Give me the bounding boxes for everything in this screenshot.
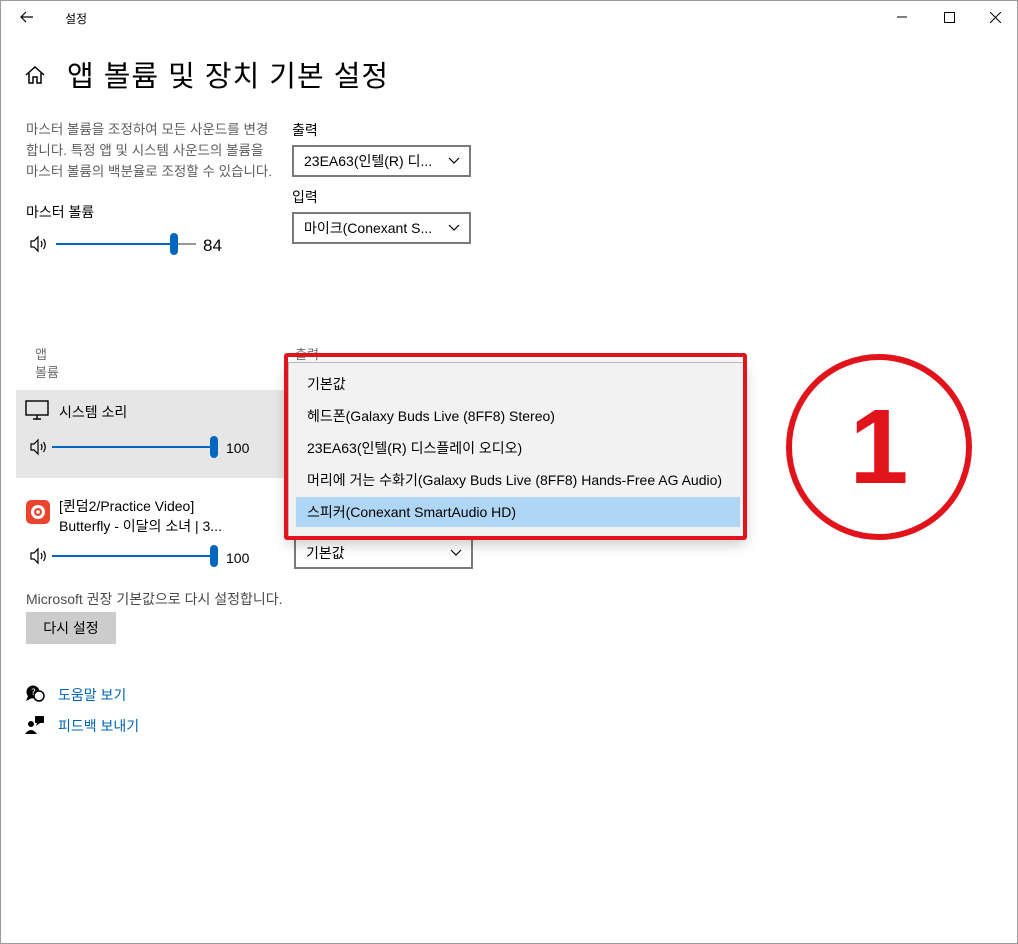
help-link[interactable]: 도움말 보기 xyxy=(58,685,126,705)
app-name-system-sounds: 시스템 소리 xyxy=(59,404,128,420)
close-button[interactable] xyxy=(972,1,1018,33)
help-chat-icon: ? xyxy=(26,685,45,702)
app-header-line1: 앱 xyxy=(35,347,47,362)
reset-button[interactable]: 다시 설정 xyxy=(26,612,116,644)
output-device-value: 23EA63(인텔(R) 디... xyxy=(304,153,433,169)
master-volume-slider[interactable] xyxy=(56,233,196,255)
video-app-output-select[interactable]: 기본값 xyxy=(294,537,473,569)
input-device-select[interactable]: 마이크(Conexant S... xyxy=(292,212,471,244)
app-header-line2: 볼륨 xyxy=(35,365,59,380)
monitor-icon xyxy=(25,400,49,420)
system-sounds-volume-value: 100 xyxy=(226,440,250,456)
settings-window: 설정 앱 볼륨 및 장치 기본 설정 마스터 볼륨을 조정하여 모든 사운드를 … xyxy=(0,0,1018,944)
video-app-output-value: 기본값 xyxy=(306,545,345,561)
annotation-step-number: 1 xyxy=(849,388,909,506)
slider-fill xyxy=(52,555,214,557)
speaker-icon xyxy=(30,235,46,253)
feedback-person-icon xyxy=(25,716,44,734)
page-title: 앱 볼륨 및 장치 기본 설정 xyxy=(67,61,390,93)
system-sounds-volume-slider[interactable] xyxy=(52,436,218,458)
video-player-icon xyxy=(26,500,50,524)
svg-text:?: ? xyxy=(31,688,36,698)
chevron-down-icon xyxy=(448,157,460,164)
slider-fill xyxy=(52,446,214,448)
window-title: 설정 xyxy=(65,12,88,26)
chevron-down-icon xyxy=(450,549,462,556)
input-device-value: 마이크(Conexant S... xyxy=(304,220,433,236)
app-column-header: 앱 볼륨 xyxy=(35,346,59,382)
master-volume-label: 마스터 볼륨 xyxy=(26,204,95,220)
output-device-select[interactable]: 23EA63(인텔(R) 디... xyxy=(292,145,471,177)
maximize-icon xyxy=(943,11,955,23)
video-app-volume-slider[interactable] xyxy=(52,545,218,567)
minimize-button[interactable] xyxy=(879,1,925,33)
video-app-volume-value: 100 xyxy=(226,550,250,566)
app-name-video-line1: [퀸덤2/Practice Video] xyxy=(59,498,195,514)
maximize-button[interactable] xyxy=(926,1,972,33)
output-label: 출력 xyxy=(292,122,318,138)
slider-thumb[interactable] xyxy=(210,436,218,458)
page-description: 마스터 볼륨을 조정하여 모든 사운드를 변경합니다. 특정 앱 및 시스템 사… xyxy=(26,122,273,179)
input-label: 입력 xyxy=(292,189,318,205)
master-volume-value: 84 xyxy=(203,236,222,255)
feedback-link[interactable]: 피드백 보내기 xyxy=(58,716,139,736)
speaker-icon xyxy=(30,438,46,456)
chevron-down-icon xyxy=(448,224,460,231)
back-button[interactable] xyxy=(13,5,41,29)
annotation-highlight-box xyxy=(284,353,747,540)
back-arrow-icon xyxy=(20,11,33,23)
reset-hint: Microsoft 권장 기본값으로 다시 설정합니다. xyxy=(26,591,283,607)
slider-fill xyxy=(56,243,174,245)
app-name-video-line2: Butterfly - 이달의 소녀 | 3... xyxy=(59,518,222,534)
slider-thumb[interactable] xyxy=(210,545,218,567)
close-icon xyxy=(989,11,1001,23)
title-bar: 설정 xyxy=(1,1,1017,35)
speaker-icon xyxy=(30,547,46,565)
slider-thumb[interactable] xyxy=(169,233,178,255)
minimize-icon xyxy=(897,16,907,18)
home-icon[interactable] xyxy=(23,63,47,87)
annotation-step-marker: 1 xyxy=(786,354,972,540)
